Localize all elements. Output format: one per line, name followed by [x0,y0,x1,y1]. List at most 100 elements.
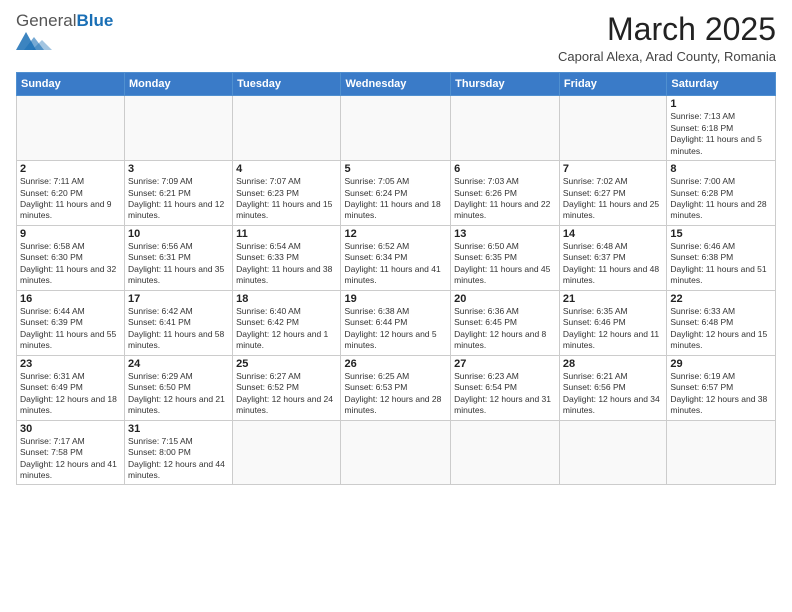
day-number: 18 [236,293,337,305]
day-number: 12 [344,228,447,240]
day-info: Sunrise: 7:13 AMSunset: 6:18 PMDaylight:… [670,111,772,157]
day-info: Sunrise: 6:52 AMSunset: 6:34 PMDaylight:… [344,241,447,287]
day-number: 1 [670,98,772,110]
calendar-week-1: 1Sunrise: 7:13 AMSunset: 6:18 PMDaylight… [17,96,776,161]
day-info: Sunrise: 7:11 AMSunset: 6:20 PMDaylight:… [20,176,121,222]
day-number: 9 [20,228,121,240]
day-info: Sunrise: 7:02 AMSunset: 6:27 PMDaylight:… [563,176,663,222]
logo-icon [16,32,60,50]
calendar-cell-w4-d6: 21Sunrise: 6:35 AMSunset: 6:46 PMDayligh… [559,290,666,355]
day-number: 31 [128,423,229,435]
day-number: 24 [128,358,229,370]
calendar-header-row: Sunday Monday Tuesday Wednesday Thursday… [17,73,776,96]
day-number: 7 [563,163,663,175]
calendar-cell-w2-d3: 4Sunrise: 7:07 AMSunset: 6:23 PMDaylight… [233,161,341,226]
day-info: Sunrise: 6:48 AMSunset: 6:37 PMDaylight:… [563,241,663,287]
calendar-cell-w6-d6 [559,420,666,485]
calendar-cell-w6-d1: 30Sunrise: 7:17 AMSunset: 7:58 PMDayligh… [17,420,125,485]
calendar-cell-w3-d6: 14Sunrise: 6:48 AMSunset: 6:37 PMDayligh… [559,225,666,290]
calendar-cell-w1-d6 [559,96,666,161]
calendar-cell-w2-d2: 3Sunrise: 7:09 AMSunset: 6:21 PMDaylight… [125,161,233,226]
calendar-cell-w6-d2: 31Sunrise: 7:15 AMSunset: 8:00 PMDayligh… [125,420,233,485]
calendar-cell-w3-d2: 10Sunrise: 6:56 AMSunset: 6:31 PMDayligh… [125,225,233,290]
calendar-cell-w1-d3 [233,96,341,161]
day-info: Sunrise: 7:07 AMSunset: 6:23 PMDaylight:… [236,176,337,222]
day-info: Sunrise: 7:15 AMSunset: 8:00 PMDaylight:… [128,436,229,482]
day-info: Sunrise: 6:23 AMSunset: 6:54 PMDaylight:… [454,371,556,417]
day-number: 23 [20,358,121,370]
day-number: 8 [670,163,772,175]
day-number: 26 [344,358,447,370]
calendar-cell-w5-d6: 28Sunrise: 6:21 AMSunset: 6:56 PMDayligh… [559,355,666,420]
calendar-cell-w6-d3 [233,420,341,485]
day-info: Sunrise: 6:33 AMSunset: 6:48 PMDaylight:… [670,306,772,352]
day-info: Sunrise: 7:03 AMSunset: 6:26 PMDaylight:… [454,176,556,222]
day-number: 4 [236,163,337,175]
calendar-cell-w3-d7: 15Sunrise: 6:46 AMSunset: 6:38 PMDayligh… [667,225,776,290]
calendar-week-5: 23Sunrise: 6:31 AMSunset: 6:49 PMDayligh… [17,355,776,420]
day-number: 25 [236,358,337,370]
day-info: Sunrise: 6:35 AMSunset: 6:46 PMDaylight:… [563,306,663,352]
calendar-cell-w1-d5 [451,96,560,161]
day-info: Sunrise: 7:05 AMSunset: 6:24 PMDaylight:… [344,176,447,222]
day-info: Sunrise: 7:09 AMSunset: 6:21 PMDaylight:… [128,176,229,222]
day-info: Sunrise: 6:44 AMSunset: 6:39 PMDaylight:… [20,306,121,352]
calendar-cell-w5-d7: 29Sunrise: 6:19 AMSunset: 6:57 PMDayligh… [667,355,776,420]
calendar-week-6: 30Sunrise: 7:17 AMSunset: 7:58 PMDayligh… [17,420,776,485]
day-info: Sunrise: 6:19 AMSunset: 6:57 PMDaylight:… [670,371,772,417]
col-friday: Friday [559,73,666,96]
calendar-cell-w1-d7: 1Sunrise: 7:13 AMSunset: 6:18 PMDaylight… [667,96,776,161]
calendar-week-3: 9Sunrise: 6:58 AMSunset: 6:30 PMDaylight… [17,225,776,290]
page: GeneralBlue March 2025 Caporal Alexa, Ar… [0,0,792,612]
calendar-cell-w6-d4 [341,420,451,485]
calendar-cell-w1-d4 [341,96,451,161]
day-number: 20 [454,293,556,305]
calendar-cell-w4-d3: 18Sunrise: 6:40 AMSunset: 6:42 PMDayligh… [233,290,341,355]
day-number: 5 [344,163,447,175]
day-info: Sunrise: 6:25 AMSunset: 6:53 PMDaylight:… [344,371,447,417]
calendar-cell-w3-d4: 12Sunrise: 6:52 AMSunset: 6:34 PMDayligh… [341,225,451,290]
calendar-cell-w5-d1: 23Sunrise: 6:31 AMSunset: 6:49 PMDayligh… [17,355,125,420]
day-number: 2 [20,163,121,175]
day-number: 16 [20,293,121,305]
day-info: Sunrise: 6:21 AMSunset: 6:56 PMDaylight:… [563,371,663,417]
calendar-cell-w6-d5 [451,420,560,485]
day-info: Sunrise: 6:31 AMSunset: 6:49 PMDaylight:… [20,371,121,417]
day-number: 3 [128,163,229,175]
calendar-cell-w6-d7 [667,420,776,485]
calendar-cell-w4-d4: 19Sunrise: 6:38 AMSunset: 6:44 PMDayligh… [341,290,451,355]
day-number: 10 [128,228,229,240]
calendar-cell-w3-d3: 11Sunrise: 6:54 AMSunset: 6:33 PMDayligh… [233,225,341,290]
day-number: 15 [670,228,772,240]
logo-blue: Blue [76,11,113,30]
day-info: Sunrise: 6:46 AMSunset: 6:38 PMDaylight:… [670,241,772,287]
calendar-cell-w4-d7: 22Sunrise: 6:33 AMSunset: 6:48 PMDayligh… [667,290,776,355]
calendar-cell-w5-d5: 27Sunrise: 6:23 AMSunset: 6:54 PMDayligh… [451,355,560,420]
title-block: March 2025 Caporal Alexa, Arad County, R… [558,12,776,64]
day-number: 19 [344,293,447,305]
day-number: 21 [563,293,663,305]
day-number: 27 [454,358,556,370]
calendar-cell-w4-d1: 16Sunrise: 6:44 AMSunset: 6:39 PMDayligh… [17,290,125,355]
calendar-week-2: 2Sunrise: 7:11 AMSunset: 6:20 PMDaylight… [17,161,776,226]
day-info: Sunrise: 6:38 AMSunset: 6:44 PMDaylight:… [344,306,447,352]
subtitle: Caporal Alexa, Arad County, Romania [558,49,776,64]
col-saturday: Saturday [667,73,776,96]
col-tuesday: Tuesday [233,73,341,96]
calendar-cell-w5-d2: 24Sunrise: 6:29 AMSunset: 6:50 PMDayligh… [125,355,233,420]
col-sunday: Sunday [17,73,125,96]
calendar-cell-w2-d4: 5Sunrise: 7:05 AMSunset: 6:24 PMDaylight… [341,161,451,226]
day-info: Sunrise: 6:50 AMSunset: 6:35 PMDaylight:… [454,241,556,287]
day-info: Sunrise: 6:27 AMSunset: 6:52 PMDaylight:… [236,371,337,417]
day-number: 6 [454,163,556,175]
logo: GeneralBlue [16,12,113,55]
day-info: Sunrise: 6:42 AMSunset: 6:41 PMDaylight:… [128,306,229,352]
day-info: Sunrise: 6:36 AMSunset: 6:45 PMDaylight:… [454,306,556,352]
day-info: Sunrise: 7:00 AMSunset: 6:28 PMDaylight:… [670,176,772,222]
col-thursday: Thursday [451,73,560,96]
month-title: March 2025 [558,12,776,47]
calendar-cell-w3-d1: 9Sunrise: 6:58 AMSunset: 6:30 PMDaylight… [17,225,125,290]
calendar-cell-w2-d7: 8Sunrise: 7:00 AMSunset: 6:28 PMDaylight… [667,161,776,226]
day-info: Sunrise: 7:17 AMSunset: 7:58 PMDaylight:… [20,436,121,482]
calendar-cell-w1-d2 [125,96,233,161]
